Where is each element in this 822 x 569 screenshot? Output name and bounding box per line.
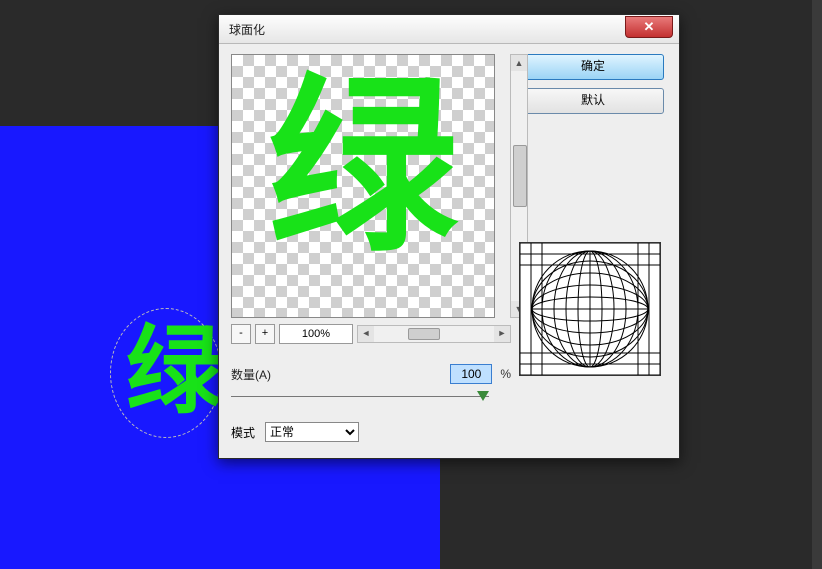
hscroll-thumb[interactable] xyxy=(408,328,440,340)
dialog-body: 绿 ▲ ▼ - + 100% ◄ xyxy=(219,44,679,458)
preview-brush-text: 绿 xyxy=(268,75,458,265)
dialog-title: 球面化 xyxy=(219,21,265,38)
ok-button[interactable]: 确定 xyxy=(522,54,664,80)
zoom-level-field[interactable]: 100% xyxy=(279,324,353,344)
sphere-grid-icon xyxy=(520,243,660,375)
amount-slider[interactable] xyxy=(231,392,489,402)
spherize-grid-preview xyxy=(519,242,661,376)
slider-track xyxy=(231,396,489,397)
zoom-in-button[interactable]: + xyxy=(255,324,275,344)
app-stage: 绿 球面化 ✕ 绿 ▲ xyxy=(0,0,822,569)
preview-horizontal-scrollbar[interactable]: ◄ ► xyxy=(357,325,511,343)
amount-unit: % xyxy=(500,367,511,381)
default-button[interactable]: 默认 xyxy=(522,88,664,114)
scroll-up-icon[interactable]: ▲ xyxy=(511,55,527,71)
slider-thumb-icon[interactable] xyxy=(477,391,489,401)
amount-label: 数量(A) xyxy=(231,366,271,383)
right-edge-strip xyxy=(812,0,822,569)
mode-select[interactable]: 正常 xyxy=(265,422,359,442)
scroll-left-icon[interactable]: ◄ xyxy=(358,326,374,342)
close-button[interactable]: ✕ xyxy=(625,16,673,38)
dialog-titlebar[interactable]: 球面化 ✕ xyxy=(219,15,679,44)
zoom-out-button[interactable]: - xyxy=(231,324,251,344)
spherize-dialog: 球面化 ✕ 绿 ▲ ▼ xyxy=(218,14,680,459)
vscroll-thumb[interactable] xyxy=(513,145,527,207)
mode-label: 模式 xyxy=(231,424,255,441)
canvas-brush-text: 绿 xyxy=(124,324,224,420)
amount-input[interactable]: 100 xyxy=(450,364,492,384)
filter-preview[interactable]: 绿 xyxy=(231,54,495,318)
close-icon: ✕ xyxy=(644,19,655,35)
scroll-right-icon[interactable]: ► xyxy=(494,326,510,342)
